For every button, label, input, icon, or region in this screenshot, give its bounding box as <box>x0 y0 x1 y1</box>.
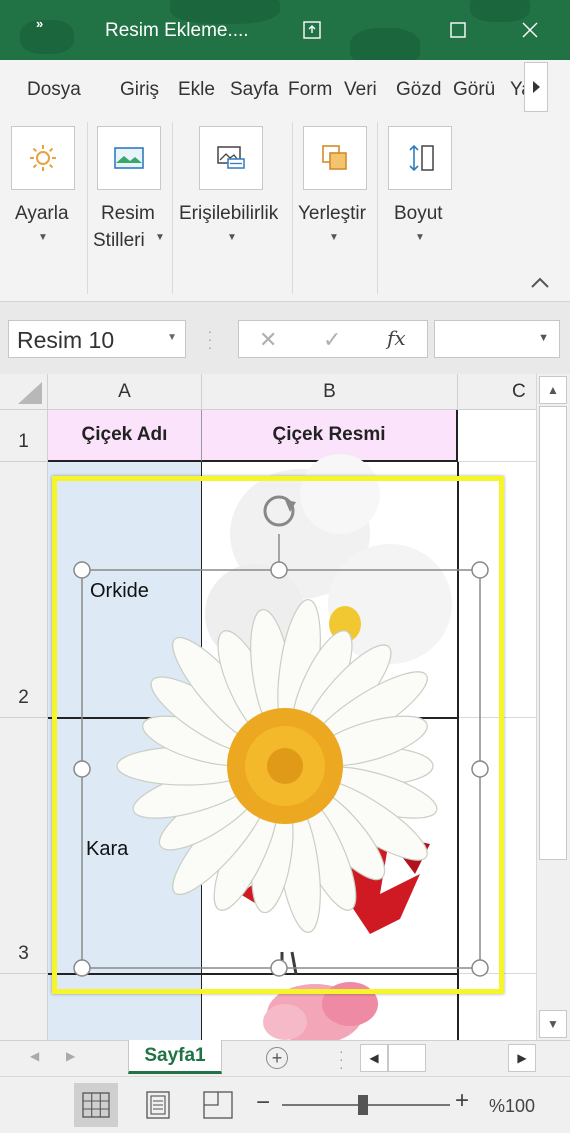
chevron-down-icon[interactable]: ▼ <box>155 232 165 243</box>
size-icon <box>409 144 434 172</box>
vertical-scroll-thumb[interactable] <box>539 406 567 860</box>
next-sheet-icon[interactable]: ▶ <box>66 1049 75 1063</box>
close-button[interactable] <box>514 14 546 46</box>
zoom-out-button[interactable]: − <box>256 1089 270 1117</box>
worksheet-grid[interactable]: A B C 1 2 3 Çiçek Adı Çiçek Resmi Orkide… <box>0 374 536 1040</box>
scroll-right-button[interactable]: ▶ <box>508 1044 536 1072</box>
chevron-down-icon[interactable]: ▼ <box>415 232 425 243</box>
accessibility-label: Erişilebilirlik <box>179 203 279 224</box>
normal-view-icon <box>82 1092 110 1118</box>
ribbon-display-icon <box>303 21 321 39</box>
close-icon <box>522 22 538 38</box>
vertical-scrollbar[interactable]: ▲ ▼ <box>536 374 570 1040</box>
cancel-icon[interactable]: ✕ <box>259 327 277 353</box>
picture-styles-icon <box>114 147 144 169</box>
tab-gorunum[interactable]: Görü <box>453 79 503 101</box>
page-layout-view-button[interactable] <box>136 1083 180 1127</box>
arrange-label: Yerleştir <box>298 203 366 224</box>
expand-formula-bar-icon[interactable]: ▼ <box>538 332 549 344</box>
rotate-handle-icon[interactable] <box>263 495 296 527</box>
name-box[interactable]: Resim 10 ▼ <box>8 320 186 358</box>
resize-handle-right[interactable] <box>471 760 489 778</box>
chevron-down-icon[interactable]: ▼ <box>227 232 237 243</box>
picture-styles-label-1: Resim <box>101 203 155 224</box>
adjust-button[interactable] <box>11 126 75 190</box>
maximize-icon <box>450 22 466 38</box>
add-sheet-icon[interactable]: + <box>266 1047 288 1069</box>
tab-sayfa[interactable]: Sayfa <box>230 79 280 101</box>
size-button[interactable] <box>388 126 452 190</box>
title-bar: » Resim Ekleme.... <box>0 0 570 68</box>
enter-check-icon[interactable]: ✓ <box>323 327 341 353</box>
ribbon: Ayarla ▼ Resim Stilleri ▼ Erişilebilirli… <box>0 116 570 302</box>
ribbon-display-options-button[interactable] <box>296 14 328 46</box>
insert-function-icon[interactable]: fx <box>387 326 406 350</box>
sheet-tabs-bar: ◀ ▶ Sayfa1 + · · · ◀ ▶ <box>0 1040 570 1076</box>
resize-handle-bottom[interactable] <box>270 959 288 977</box>
name-box-value: Resim 10 <box>17 327 115 353</box>
zoom-in-button[interactable]: + <box>455 1087 469 1115</box>
tab-veri[interactable]: Veri <box>344 79 377 101</box>
chevron-down-icon[interactable]: ▼ <box>167 332 177 343</box>
tabs-scroll-right-button[interactable] <box>524 62 548 112</box>
tab-giris[interactable]: Giriş <box>120 79 159 101</box>
scroll-up-button[interactable]: ▲ <box>539 376 567 404</box>
adjust-label: Ayarla <box>15 203 69 224</box>
zoom-slider-thumb[interactable] <box>358 1095 368 1115</box>
picture-selection-frame <box>73 495 489 977</box>
resize-handle-top-right[interactable] <box>471 561 489 579</box>
tab-gozden[interactable]: Gözd <box>396 79 444 101</box>
arrange-button[interactable] <box>303 126 367 190</box>
group-divider <box>292 122 293 294</box>
resize-grip-icon[interactable]: · · · <box>207 324 213 354</box>
horizontal-scrollbar[interactable]: ◀ ▶ <box>360 1044 536 1072</box>
quick-access-expand-icon[interactable]: » <box>36 16 43 31</box>
chevron-up-icon <box>531 277 549 288</box>
tab-form[interactable]: Form <box>288 79 336 101</box>
chevron-up-icon: ▲ <box>547 383 559 397</box>
maximize-button[interactable] <box>442 14 474 46</box>
resize-handle-top[interactable] <box>270 561 288 579</box>
formula-buttons: ✕ ✓ fx <box>238 320 428 358</box>
size-label: Boyut <box>394 203 443 224</box>
resize-handle-left[interactable] <box>73 760 91 778</box>
arrange-icon <box>322 145 347 170</box>
formula-bar: Resim 10 ▼ · · · ✕ ✓ fx ▼ <box>0 302 570 374</box>
resize-handles[interactable] <box>73 561 489 977</box>
resize-handle-bottom-left[interactable] <box>73 959 91 977</box>
page-break-view-button[interactable] <box>196 1083 240 1127</box>
resize-grip-icon[interactable]: · · · <box>339 1044 344 1074</box>
group-divider <box>172 122 173 294</box>
group-divider <box>87 122 88 294</box>
group-divider <box>377 122 378 294</box>
scroll-down-button[interactable]: ▼ <box>539 1010 567 1038</box>
chevron-down-icon[interactable]: ▼ <box>38 232 48 243</box>
formula-input[interactable]: ▼ <box>434 320 560 358</box>
alt-text-button[interactable] <box>199 126 263 190</box>
resize-handle-bottom-right[interactable] <box>471 959 489 977</box>
page-layout-icon <box>146 1091 170 1119</box>
sheet-tab-sayfa1[interactable]: Sayfa1 <box>128 1040 222 1074</box>
scroll-left-button[interactable]: ◀ <box>360 1044 388 1072</box>
window-title: Resim Ekleme.... <box>105 20 249 41</box>
page-break-icon <box>203 1091 233 1119</box>
picture-styles-button[interactable] <box>97 126 161 190</box>
chevron-down-icon: ▼ <box>547 1017 559 1031</box>
alt-text-icon <box>217 146 245 169</box>
chevron-down-icon[interactable]: ▼ <box>329 232 339 243</box>
tab-ekle[interactable]: Ekle <box>178 79 215 101</box>
tab-dosya[interactable]: Dosya <box>27 79 81 101</box>
previous-sheet-icon[interactable]: ◀ <box>30 1049 39 1063</box>
ribbon-tabs: Dosya Giriş Ekle Sayfa Form Veri Gözd Gö… <box>0 60 570 116</box>
status-bar: − + %100 <box>0 1076 570 1133</box>
normal-view-button[interactable] <box>74 1083 118 1127</box>
sun-adjust-icon <box>30 145 56 171</box>
picture-styles-label-2: Stilleri <box>93 230 145 251</box>
title-bar-decoration <box>20 20 74 54</box>
zoom-level[interactable]: %100 <box>489 1096 535 1117</box>
collapse-ribbon-button[interactable] <box>530 276 552 294</box>
horizontal-scroll-thumb[interactable] <box>388 1044 426 1072</box>
resize-handle-top-left[interactable] <box>73 561 91 579</box>
chevron-right-icon <box>533 81 540 93</box>
